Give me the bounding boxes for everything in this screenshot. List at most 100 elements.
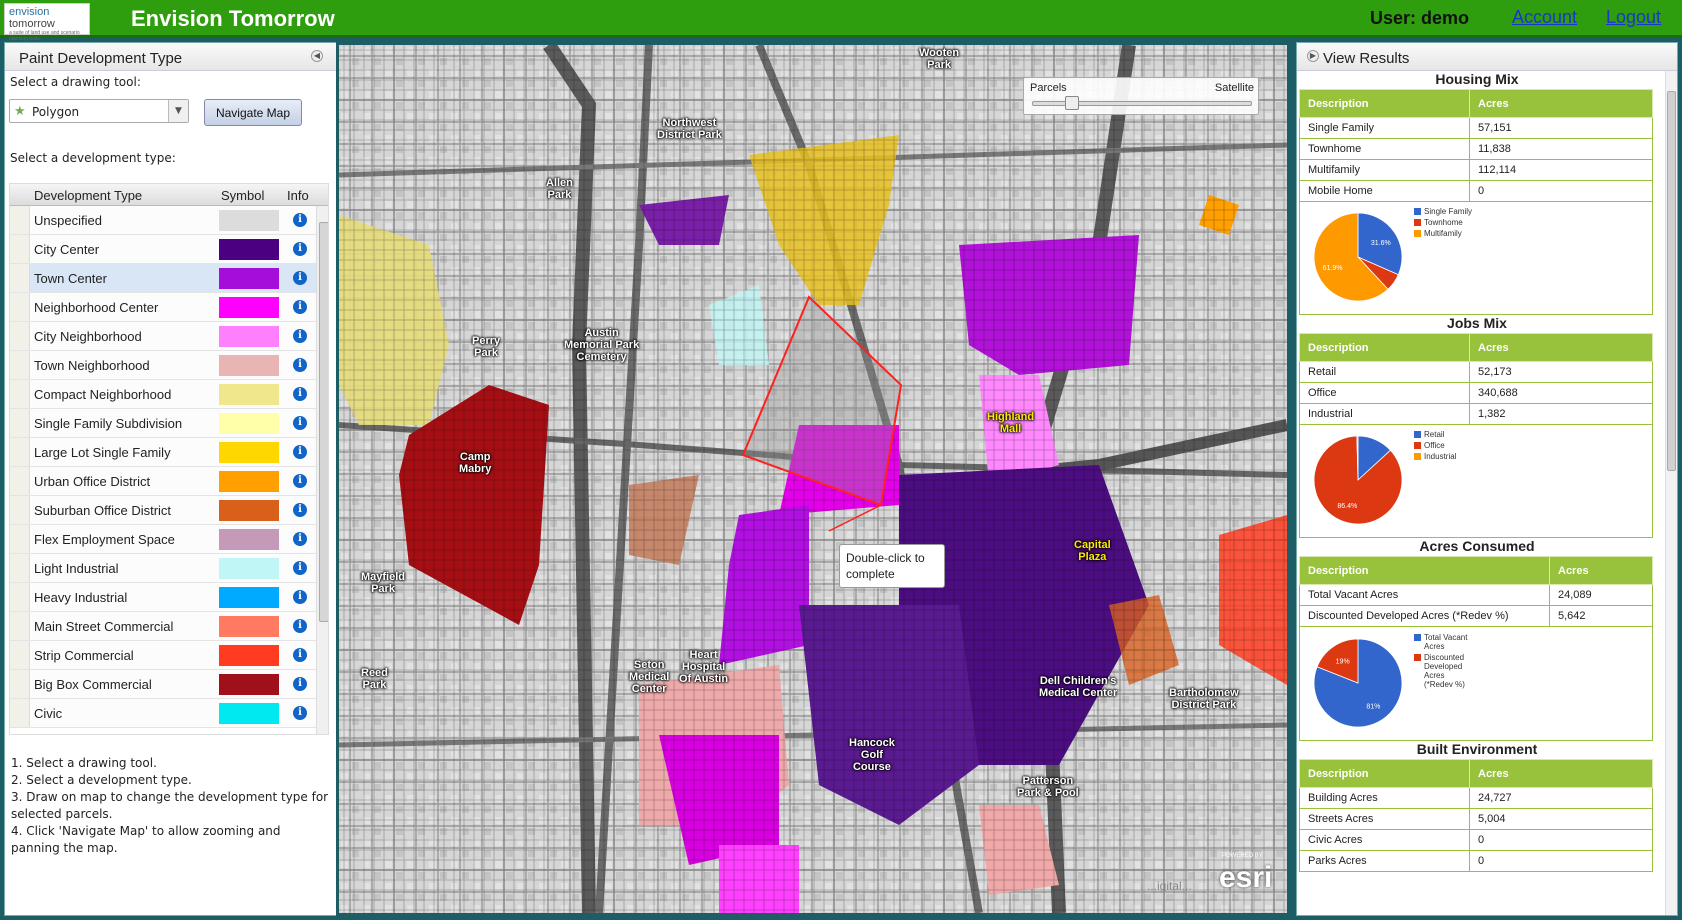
info-icon[interactable]: i [293, 358, 307, 372]
column-header-type[interactable]: Development Type [34, 188, 142, 203]
dev-type-name: Civic [34, 706, 63, 721]
dev-type-symbol [219, 500, 279, 521]
column-header-info[interactable]: Info [287, 188, 309, 203]
info-icon[interactable]: i [293, 242, 307, 256]
info-icon[interactable]: i [293, 677, 307, 691]
row-acres: 0 [1469, 829, 1653, 851]
dev-type-name: Strip Commercial [34, 648, 134, 663]
row-handle[interactable] [10, 293, 30, 321]
info-icon[interactable]: i [293, 532, 307, 546]
info-icon[interactable]: i [293, 300, 307, 314]
dev-type-name: Main Street Commercial [34, 619, 174, 634]
row-handle[interactable] [10, 612, 30, 640]
row-handle[interactable] [10, 641, 30, 669]
dev-type-row[interactable]: Unspecified i [10, 206, 316, 235]
scrollbar-thumb[interactable] [1667, 91, 1676, 471]
row-handle[interactable] [10, 380, 30, 408]
info-icon[interactable]: i [293, 416, 307, 430]
table-header: Description Acres [1299, 556, 1653, 585]
dev-type-row[interactable]: Civic i [10, 699, 316, 728]
dev-type-symbol [219, 703, 279, 724]
acres-consumed-title: Acres Consumed [1419, 538, 1535, 554]
account-link[interactable]: Account [1512, 7, 1577, 28]
info-icon[interactable]: i [293, 706, 307, 720]
dev-type-row[interactable]: Town Center i [10, 264, 316, 293]
dev-type-row[interactable]: Light Industrial i [10, 554, 316, 583]
chevron-left-icon[interactable]: ◀ [311, 50, 323, 62]
info-icon[interactable]: i [293, 387, 307, 401]
dev-type-symbol [219, 645, 279, 666]
info-icon[interactable]: i [293, 329, 307, 343]
results-scrollbar[interactable] [1665, 71, 1677, 915]
row-handle[interactable] [10, 583, 30, 611]
navigate-map-button[interactable]: Navigate Map [204, 99, 302, 126]
legend-item: Total Vacant Acres [1414, 633, 1474, 651]
dev-type-row[interactable]: City Neighborhood i [10, 322, 316, 351]
dev-type-row[interactable]: Heavy Industrial i [10, 583, 316, 612]
row-handle[interactable] [10, 409, 30, 437]
dev-type-name: Unspecified [34, 213, 102, 228]
dev-type-row[interactable]: Strip Commercial i [10, 641, 316, 670]
row-description: Building Acres [1299, 787, 1470, 809]
dev-type-row[interactable]: Flex Employment Space i [10, 525, 316, 554]
dev-grid-scrollbar[interactable] [316, 206, 328, 734]
info-icon[interactable]: i [293, 619, 307, 633]
dev-type-row[interactable]: Neighborhood Center i [10, 293, 316, 322]
info-icon[interactable]: i [293, 503, 307, 517]
chevron-right-icon[interactable]: ▶ [1307, 50, 1319, 62]
legend-label: Office [1424, 441, 1445, 450]
view-results-panel: ▶ View Results Housing Mix Description A… [1296, 42, 1678, 916]
instruction-1: 1. Select a drawing tool. [11, 756, 157, 770]
dev-type-row[interactable]: Urban Office District i [10, 467, 316, 496]
drawing-tool-select[interactable]: ★ Polygon ▼ [9, 99, 189, 123]
chevron-down-icon[interactable]: ▼ [168, 100, 188, 122]
info-icon[interactable]: i [293, 648, 307, 662]
logout-link[interactable]: Logout [1606, 7, 1661, 28]
map-view[interactable]: Wooten Park Northwest District Park Allen … [336, 42, 1290, 916]
info-icon[interactable]: i [293, 474, 307, 488]
development-type-grid: Development Type Symbol Info Unspecified… [9, 183, 329, 735]
row-handle[interactable] [10, 322, 30, 350]
row-handle[interactable] [10, 467, 30, 495]
info-icon[interactable]: i [293, 561, 307, 575]
info-icon[interactable]: i [293, 590, 307, 604]
app-header: envision tomorrow a suite of land use an… [0, 0, 1682, 42]
map-place-label: Allen Park [546, 177, 573, 201]
dev-type-symbol [219, 355, 279, 376]
dev-type-name: Flex Employment Space [34, 532, 175, 547]
dev-type-row[interactable]: Town Neighborhood i [10, 351, 316, 380]
row-handle[interactable] [10, 235, 30, 263]
dev-type-name: Town Neighborhood [34, 358, 150, 373]
row-handle[interactable] [10, 438, 30, 466]
slider-knob[interactable] [1064, 96, 1079, 110]
info-icon[interactable]: i [293, 445, 307, 459]
legend-label: Discounted Developed Acres (*Redev %) [1424, 653, 1465, 689]
dev-type-symbol [219, 442, 279, 463]
row-handle[interactable] [10, 525, 30, 553]
row-handle[interactable] [10, 351, 30, 379]
acres-legend: Total Vacant Acres Discounted Developed A… [1414, 633, 1474, 691]
row-handle[interactable] [10, 264, 30, 292]
dev-type-row[interactable]: Big Box Commercial i [10, 670, 316, 699]
dev-type-row[interactable]: Compact Neighborhood i [10, 380, 316, 409]
dev-type-row[interactable]: Large Lot Single Family i [10, 438, 316, 467]
row-handle[interactable] [10, 670, 30, 698]
basemap-slider[interactable]: Parcels Satellite [1023, 77, 1259, 115]
row-handle[interactable] [10, 496, 30, 524]
map-canvas[interactable] [339, 45, 1287, 913]
info-icon[interactable]: i [293, 271, 307, 285]
scrollbar-thumb[interactable] [319, 222, 328, 622]
dev-type-row[interactable]: Main Street Commercial i [10, 612, 316, 641]
instructions: 1. Select a drawing tool. 2. Select a de… [11, 755, 331, 857]
row-handle[interactable] [10, 554, 30, 582]
legend-swatch [1414, 453, 1421, 460]
column-header-symbol[interactable]: Symbol [221, 188, 264, 203]
row-handle[interactable] [10, 699, 30, 727]
map-place-label: Highland Mall [987, 411, 1035, 435]
row-handle[interactable] [10, 206, 30, 234]
dev-type-row[interactable]: Single Family Subdivision i [10, 409, 316, 438]
dev-type-row[interactable]: City Center i [10, 235, 316, 264]
dev-type-row[interactable]: Suburban Office District i [10, 496, 316, 525]
map-place-label: Mayfield Park [361, 571, 406, 595]
info-icon[interactable]: i [293, 213, 307, 227]
